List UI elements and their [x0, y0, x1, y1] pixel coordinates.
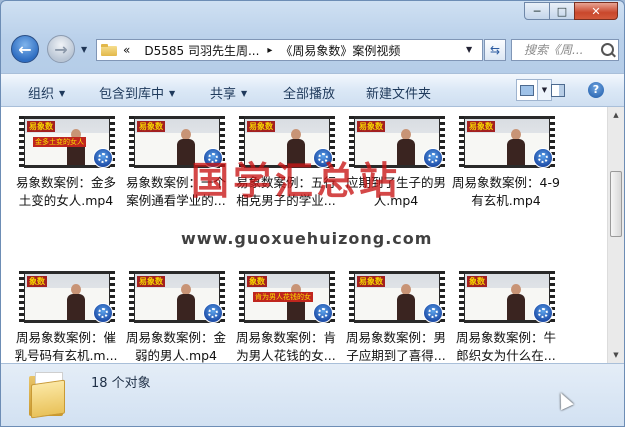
- address-history-dropdown[interactable]: ▼: [466, 45, 472, 54]
- thumbnail-logo-text: 易象数: [467, 121, 495, 132]
- file-name: 周易象数案例：金弱的男人.mp4: [125, 330, 226, 363]
- thumbnail-logo-text: 象数: [247, 276, 267, 287]
- file-name: 周易象数案例：男子应期到了喜得...: [345, 330, 446, 363]
- media-player-icon: [93, 303, 113, 323]
- watermark-title: 国学汇总站: [191, 159, 402, 203]
- folder-icon: [101, 44, 117, 56]
- file-name: 周易象数案例：催乳号码有玄机.m...: [14, 330, 118, 363]
- maximize-button[interactable]: □: [549, 2, 575, 20]
- view-options-dropdown[interactable]: ▼: [538, 79, 552, 101]
- address-bar[interactable]: « D5585 司羽先生周... ▸ 《周易象数》案例视频: [96, 39, 483, 61]
- minimize-button[interactable]: ─: [524, 2, 550, 20]
- thumbnail-logo-text: 易象数: [357, 276, 385, 287]
- address-overflow-chevron[interactable]: «: [123, 43, 130, 57]
- include-in-library-menu[interactable]: 包含到库中 ▼: [99, 83, 175, 102]
- new-folder-button[interactable]: 新建文件夹: [366, 83, 431, 102]
- chevron-down-icon: ▼: [241, 89, 248, 98]
- thumbnail-caption: 肯为男人花钱的女: [253, 292, 313, 302]
- thumbnail-logo-text: 象数: [467, 276, 487, 287]
- include-in-library-label: 包含到库中: [99, 87, 165, 102]
- file-name: 周易象数案例：4-9有玄机.mp4: [452, 175, 560, 208]
- media-player-icon: [533, 303, 553, 323]
- scroll-thumb[interactable]: [610, 171, 622, 237]
- search-icon[interactable]: [601, 43, 614, 56]
- search-input[interactable]: 搜索《周...: [511, 39, 619, 61]
- search-placeholder: 搜索《周...: [524, 43, 584, 57]
- media-player-icon: [423, 303, 443, 323]
- media-player-icon: [203, 303, 223, 323]
- thumbnail-logo-text: 易象数: [357, 121, 385, 132]
- share-label: 共享: [210, 87, 237, 102]
- details-pane: 18 个对象: [1, 363, 624, 426]
- file-name: 易象数案例：金多土变的女人.mp4: [15, 175, 116, 208]
- breadcrumb-parent[interactable]: D5585 司羽先生周...: [144, 42, 259, 59]
- media-player-icon: [423, 148, 443, 168]
- close-button[interactable]: ✕: [574, 2, 618, 20]
- thumbnail-caption: 金多土变的女人: [33, 137, 86, 147]
- change-view-button[interactable]: [516, 79, 538, 101]
- help-button[interactable]: ?: [588, 82, 604, 98]
- media-player-icon: [93, 148, 113, 168]
- chevron-down-icon: ▼: [59, 89, 66, 98]
- file-name: 周易象数案例：牛郎织女为什么在...: [455, 330, 556, 363]
- thumbnail-logo-text: 易象数: [27, 121, 55, 132]
- preview-pane-button[interactable]: [551, 84, 565, 97]
- explorer-window: ─ □ ✕ ← → ▼ « D5585 司羽先生周... ▸ 《周易象数》案例视…: [0, 0, 625, 427]
- caption-buttons: ─ □ ✕: [524, 2, 618, 20]
- share-menu[interactable]: 共享 ▼: [210, 83, 247, 102]
- media-player-icon: [533, 148, 553, 168]
- thumbnail-logo-text: 易象数: [247, 121, 275, 132]
- watermark-url: www.guoxuehuizong.com: [181, 229, 433, 248]
- view-icon: [520, 84, 534, 96]
- forward-button[interactable]: →: [47, 35, 75, 63]
- command-bar: 组织 ▼ 包含到库中 ▼ 共享 ▼ 全部播放 新建文件夹 ▼ ?: [1, 73, 624, 107]
- thumbnail-logo-text: 象数: [27, 276, 47, 287]
- organize-menu[interactable]: 组织 ▼: [28, 83, 65, 102]
- thumbnail-logo-text: 易象数: [137, 276, 165, 287]
- scroll-up-button[interactable]: ▲: [608, 107, 624, 123]
- back-button[interactable]: ←: [11, 35, 39, 63]
- play-all-button[interactable]: 全部播放: [283, 83, 335, 102]
- refresh-button[interactable]: ⇆: [484, 39, 506, 61]
- breadcrumb-separator[interactable]: ▸: [267, 45, 272, 56]
- media-player-icon: [313, 303, 333, 323]
- vertical-scrollbar[interactable]: ▲ ▼: [607, 107, 624, 363]
- scroll-down-button[interactable]: ▼: [608, 347, 624, 363]
- recent-pages-dropdown[interactable]: ▼: [81, 45, 87, 54]
- organize-label: 组织: [28, 87, 55, 102]
- chevron-down-icon: ▼: [169, 89, 176, 98]
- thumbnail-logo-text: 易象数: [137, 121, 165, 132]
- breadcrumb-current[interactable]: 《周易象数》案例视频: [280, 42, 400, 59]
- folder-icon: [29, 372, 75, 419]
- file-name: 周易象数案例：肯为男人花钱的女...: [235, 330, 336, 363]
- item-count: 18 个对象: [91, 376, 151, 391]
